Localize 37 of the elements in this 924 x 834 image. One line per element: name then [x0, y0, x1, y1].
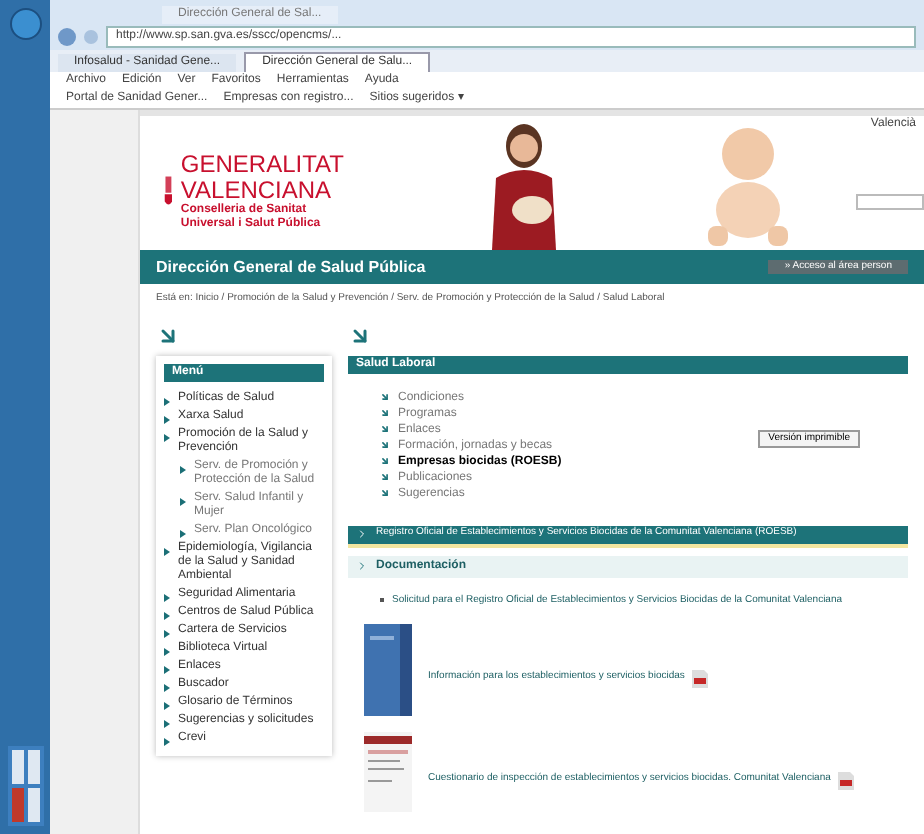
- bullet-icon: [164, 737, 170, 745]
- bullet-icon: [164, 719, 170, 727]
- arrow-icon: [380, 488, 390, 498]
- bullet-icon: [164, 415, 170, 423]
- bullet-icon: [164, 593, 170, 601]
- form-thumbnail: [364, 732, 412, 812]
- bullet-icon: [164, 397, 170, 405]
- bullet-icon: [180, 465, 186, 473]
- bullet-icon: [164, 647, 170, 655]
- expand-icon: [356, 560, 368, 572]
- bullet-icon: [180, 497, 186, 505]
- arrow-icon: [380, 472, 390, 482]
- arrow-icon: [380, 424, 390, 434]
- bullet-icon: [164, 683, 170, 691]
- pdf-icon: [692, 669, 709, 687]
- bullet-icon: [164, 433, 170, 441]
- bullet-icon: [180, 529, 186, 537]
- bullet-icon: [164, 701, 170, 709]
- brochure-thumbnail: [364, 624, 412, 716]
- arrow-icon: [380, 392, 390, 402]
- tray-icons: [7, 746, 43, 826]
- back-button[interactable]: [58, 28, 76, 46]
- bullet-icon: [164, 611, 170, 619]
- start-orb-icon: [9, 8, 41, 40]
- bullet-icon: [164, 629, 170, 637]
- logo-text: GENERALITAT: [180, 152, 344, 178]
- search-field[interactable]: [856, 194, 924, 210]
- bullet-icon: [164, 665, 170, 673]
- logo-text: VALENCIANA: [180, 178, 334, 204]
- arrow-icon: [380, 456, 390, 466]
- arrow-icon: [380, 408, 390, 418]
- pdf-icon: [838, 771, 855, 789]
- arrow-icon: [380, 440, 390, 450]
- bullet-icon: [164, 547, 170, 555]
- page-title: Dirección General de Salud Pública: [156, 255, 426, 279]
- expand-icon: [356, 528, 368, 540]
- forward-button[interactable]: [84, 30, 98, 44]
